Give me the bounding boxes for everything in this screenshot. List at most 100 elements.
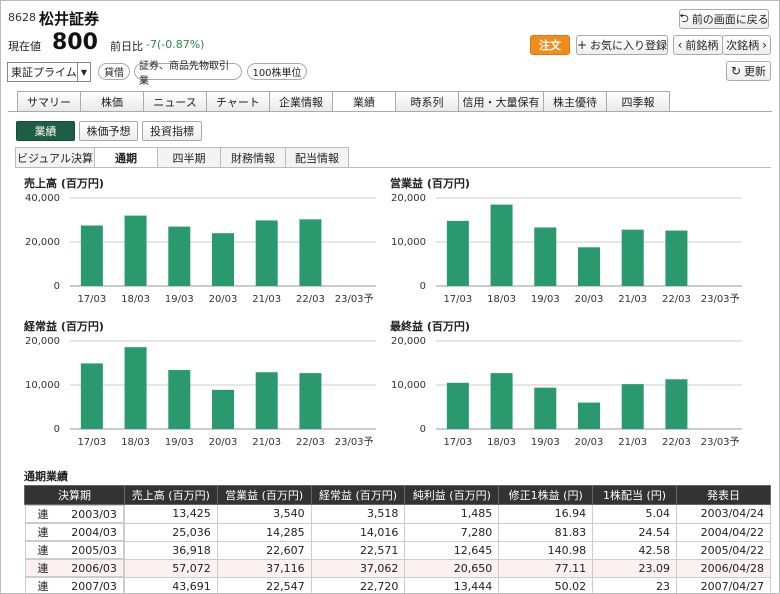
subtab-investment-indicators[interactable]: 投資指標 bbox=[142, 121, 202, 141]
operating-profit-chart: 20,000 10,000 0 17/03 18/03 19/03 20/03 21/03 22… bbox=[391, 193, 742, 305]
order-button[interactable]: 注文 bbox=[530, 35, 570, 55]
bar[interactable] bbox=[534, 227, 557, 286]
table-cell: 1,485 bbox=[404, 504, 500, 524]
cell-period: 連 2005/03 bbox=[24, 541, 124, 559]
table-cell: 16.94 bbox=[498, 504, 594, 524]
tab-news[interactable]: ニュース bbox=[143, 91, 207, 111]
refresh-button[interactable]: ↻ 更新 bbox=[726, 61, 771, 81]
bar[interactable] bbox=[621, 384, 644, 429]
table-cell: 37,116 bbox=[216, 558, 312, 578]
bar[interactable] bbox=[490, 373, 513, 429]
table-cell: 13,444 bbox=[404, 576, 500, 594]
chart-title-sales: 売上高 (百万円) bbox=[24, 177, 104, 190]
x-tick-label: 19/03 bbox=[165, 437, 194, 448]
bar[interactable] bbox=[578, 402, 600, 429]
x-tick-label: 20/03 bbox=[209, 294, 238, 305]
y-tick-label: 10,000 bbox=[25, 380, 60, 391]
tab-results[interactable]: 業績 bbox=[332, 91, 396, 112]
bar[interactable] bbox=[490, 204, 513, 286]
next-stock-button[interactable]: 次銘柄 › bbox=[722, 35, 771, 55]
bar[interactable] bbox=[212, 389, 234, 429]
x-tick-label: 17/03 bbox=[443, 294, 472, 305]
tab-time-series[interactable]: 時系列 bbox=[395, 91, 459, 111]
price-change: -7(-0.87%) bbox=[146, 38, 205, 51]
tabs-divider bbox=[8, 111, 772, 112]
results-tabs: ビジュアル決算 通期 四半期 財務情報 配当情報 bbox=[15, 147, 349, 168]
bar[interactable] bbox=[124, 215, 147, 286]
add-favorite-button[interactable]: + お気に入り登録 bbox=[576, 35, 668, 55]
tab-quarterly[interactable]: 四半期 bbox=[157, 147, 221, 167]
x-tick-label: 19/03 bbox=[531, 294, 560, 305]
plus-icon: + bbox=[576, 38, 588, 52]
bar[interactable] bbox=[80, 225, 103, 287]
tab-annual[interactable]: 通期 bbox=[94, 147, 158, 168]
sales-chart: 40,000 20,000 0 17/03 18/03 19/03 20/03 21/03 22… bbox=[25, 193, 376, 305]
table-cell: 2004/04/22 bbox=[675, 522, 772, 542]
back-button[interactable]: ⮌ 前の画面に戻る bbox=[679, 9, 769, 29]
consolidated-mark: 連 bbox=[37, 544, 49, 557]
bar[interactable] bbox=[80, 363, 103, 429]
tab-stock-price[interactable]: 株価 bbox=[80, 91, 144, 111]
table-cell: 3,518 bbox=[310, 504, 406, 524]
bar[interactable] bbox=[446, 382, 469, 429]
tab-shikiho[interactable]: 四季報 bbox=[606, 91, 670, 111]
bar[interactable] bbox=[124, 347, 147, 429]
prev-stock-button[interactable]: ‹ 前銘柄 bbox=[673, 35, 723, 55]
x-tick-label: 20/03 bbox=[209, 437, 238, 448]
table-cell: 12,645 bbox=[404, 540, 500, 560]
main-tabs: サマリー 株価 ニュース チャート 企業情報 業績 時系列 信用・大量保有 株主… bbox=[17, 91, 670, 112]
consolidated-mark: 連 bbox=[37, 580, 49, 593]
tab-shareholder-benefits[interactable]: 株主優待 bbox=[543, 91, 607, 111]
chart-title-net-profit: 最終益 (百万円) bbox=[390, 320, 470, 333]
x-tick-label: 23/03予 bbox=[335, 293, 374, 305]
bar[interactable] bbox=[255, 372, 278, 429]
table-cell: 25,036 bbox=[123, 522, 218, 542]
bar[interactable] bbox=[621, 229, 644, 286]
y-tick-label: 10,000 bbox=[391, 380, 426, 391]
bar[interactable] bbox=[578, 247, 600, 286]
annual-results-table: 決算期 売上高 (百万円) 営業益 (百万円) 経常益 (百万円) 純利益 (百… bbox=[24, 485, 772, 594]
chart-title-operating-profit: 営業益 (百万円) bbox=[390, 177, 470, 190]
y-tick-label: 40,000 bbox=[25, 193, 60, 204]
subtab-results[interactable]: 業績 bbox=[16, 121, 75, 141]
current-price: 800 bbox=[52, 30, 98, 55]
x-tick-label: 23/03予 bbox=[335, 436, 374, 448]
table-cell: 22,607 bbox=[216, 540, 312, 560]
tab-company-info[interactable]: 企業情報 bbox=[269, 91, 333, 111]
bar[interactable] bbox=[168, 370, 191, 429]
bar[interactable] bbox=[446, 220, 469, 286]
table-cell: 20,650 bbox=[404, 558, 500, 578]
bar[interactable] bbox=[665, 230, 688, 286]
table-cell: 50.02 bbox=[498, 576, 594, 594]
dropdown-arrow-icon: ▼ bbox=[77, 63, 90, 81]
period-value: 2007/03 bbox=[71, 579, 117, 593]
tab-financial-info[interactable]: 財務情報 bbox=[220, 147, 286, 167]
bar[interactable] bbox=[212, 233, 234, 286]
x-tick-label: 17/03 bbox=[443, 437, 472, 448]
bar[interactable] bbox=[255, 220, 278, 286]
tab-margin-holdings[interactable]: 信用・大量保有 bbox=[458, 91, 544, 111]
table-cell: 77.11 bbox=[498, 558, 594, 578]
x-tick-label: 20/03 bbox=[575, 437, 604, 448]
x-tick-label: 20/03 bbox=[575, 294, 604, 305]
x-tick-label: 22/03 bbox=[296, 294, 325, 305]
col-announce-date: 発表日 bbox=[675, 485, 772, 505]
cell-period: 連 2006/03 bbox=[24, 559, 124, 577]
table-cell: 57,072 bbox=[123, 558, 218, 578]
bar[interactable] bbox=[299, 219, 322, 286]
y-tick-label: 0 bbox=[420, 424, 426, 435]
tab-chart[interactable]: チャート bbox=[206, 91, 270, 111]
subtab-price-forecast[interactable]: 株価予想 bbox=[79, 121, 138, 141]
bar[interactable] bbox=[665, 379, 688, 429]
tab-visual-results[interactable]: ビジュアル決算 bbox=[15, 147, 95, 167]
chart-title-ordinary-profit: 経常益 (百万円) bbox=[24, 320, 104, 333]
y-tick-label: 0 bbox=[420, 281, 426, 292]
bar[interactable] bbox=[299, 373, 322, 429]
tab-dividend-info[interactable]: 配当情報 bbox=[285, 147, 349, 167]
consolidated-mark: 連 bbox=[37, 508, 49, 521]
tab-summary[interactable]: サマリー bbox=[17, 91, 81, 111]
market-select[interactable]: 東証プライム ▼ bbox=[7, 62, 91, 82]
table-cell: 24.54 bbox=[592, 522, 677, 542]
bar[interactable] bbox=[534, 387, 557, 429]
bar[interactable] bbox=[168, 226, 191, 286]
